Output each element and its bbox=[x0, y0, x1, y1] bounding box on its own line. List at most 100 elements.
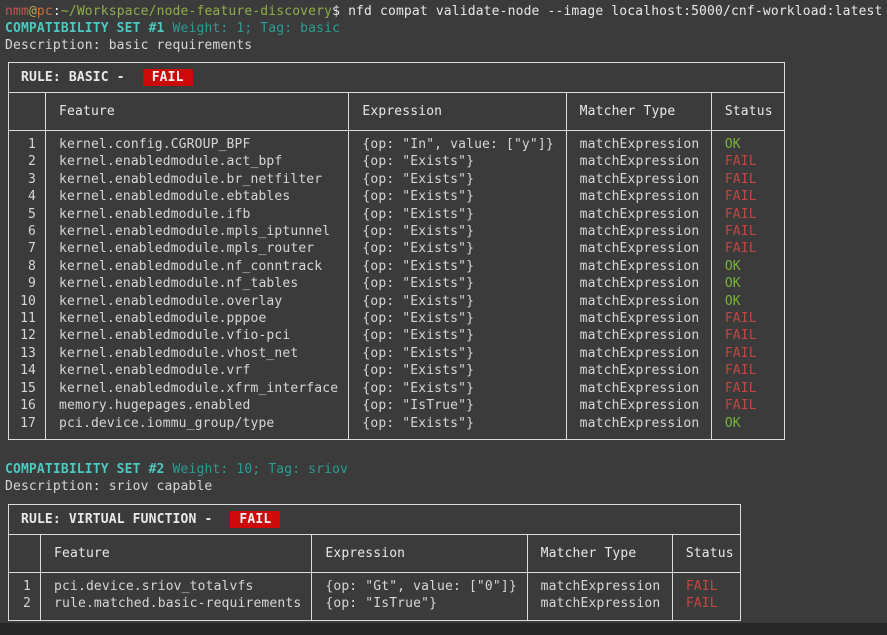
expression-cell: {op: "Exists"} bbox=[349, 223, 566, 240]
expression-cell: {op: "Exists"} bbox=[349, 362, 566, 379]
column-header-matcher-type: Matcher Type bbox=[566, 93, 711, 131]
compat-set-2-description: Description: sriov capable bbox=[5, 478, 212, 495]
column-header-expression: Expression bbox=[349, 93, 566, 131]
row-number: 1 bbox=[9, 573, 41, 596]
table-row: 15kernel.enabledmodule.xfrm_interface{op… bbox=[9, 380, 785, 397]
feature-cell: kernel.enabledmodule.nf_tables bbox=[46, 275, 349, 292]
feature-cell: kernel.enabledmodule.ifb bbox=[46, 206, 349, 223]
prompt-at-symbol: @ bbox=[29, 4, 37, 19]
feature-cell: kernel.enabledmodule.ebtables bbox=[46, 188, 349, 205]
feature-cell: kernel.enabledmodule.pppoe bbox=[46, 310, 349, 327]
prompt-colon: : bbox=[53, 4, 61, 19]
table-row: 14kernel.enabledmodule.vrf{op: "Exists"}… bbox=[9, 362, 785, 379]
feature-cell: kernel.config.CGROUP_BPF bbox=[46, 131, 349, 154]
rule-table: RULE: BASIC - FAIL Feature Expression Ma… bbox=[8, 62, 785, 440]
expression-cell: {op: "Exists"} bbox=[349, 188, 566, 205]
table-row: 7kernel.enabledmodule.mpls_router{op: "E… bbox=[9, 240, 785, 257]
table-row: 16memory.hugepages.enabled{op: "IsTrue"}… bbox=[9, 397, 785, 414]
column-header-expression: Expression bbox=[312, 535, 527, 573]
row-number: 7 bbox=[9, 240, 46, 257]
expression-cell: {op: "Exists"} bbox=[349, 171, 566, 188]
table-row: 1kernel.config.CGROUP_BPF{op: "In", valu… bbox=[9, 131, 785, 154]
table-row: 10kernel.enabledmodule.overlay{op: "Exis… bbox=[9, 293, 785, 310]
table-row: 9kernel.enabledmodule.nf_tables{op: "Exi… bbox=[9, 275, 785, 292]
table-row: 6kernel.enabledmodule.mpls_iptunnel{op: … bbox=[9, 223, 785, 240]
status-cell: OK bbox=[711, 293, 784, 310]
compat-set-2-meta: Weight: 10; Tag: sriov bbox=[173, 462, 349, 477]
column-header-status: Status bbox=[711, 93, 784, 131]
matcher-type-cell: matchExpression bbox=[566, 327, 711, 344]
expression-cell: {op: "Exists"} bbox=[349, 380, 566, 397]
matcher-type-cell: matchExpression bbox=[527, 595, 672, 620]
row-number: 10 bbox=[9, 293, 46, 310]
table-row: 2rule.matched.basic-requirements{op: "Is… bbox=[9, 595, 741, 620]
prompt-path: ~/Workspace/node-feature-discovery bbox=[61, 4, 332, 19]
expression-cell: {op: "IsTrue"} bbox=[312, 595, 527, 620]
prompt-username: nmm bbox=[5, 4, 29, 19]
table-row: 13kernel.enabledmodule.vhost_net{op: "Ex… bbox=[9, 345, 785, 362]
matcher-type-cell: matchExpression bbox=[566, 258, 711, 275]
feature-cell: memory.hugepages.enabled bbox=[46, 397, 349, 414]
matcher-type-cell: matchExpression bbox=[566, 380, 711, 397]
status-cell: FAIL bbox=[711, 240, 784, 257]
rule-title-row: RULE: VIRTUAL FUNCTION - FAIL bbox=[9, 505, 741, 535]
rule-table-basic: RULE: BASIC - FAIL Feature Expression Ma… bbox=[8, 62, 785, 440]
table-row: 17pci.device.iommu_group/type{op: "Exist… bbox=[9, 415, 785, 440]
row-number: 12 bbox=[9, 327, 46, 344]
status-cell: FAIL bbox=[672, 573, 740, 596]
terminal[interactable]: nmm@pc:~/Workspace/node-feature-discover… bbox=[0, 0, 887, 635]
expression-cell: {op: "Exists"} bbox=[349, 293, 566, 310]
row-number: 14 bbox=[9, 362, 46, 379]
matcher-type-cell: matchExpression bbox=[566, 310, 711, 327]
feature-cell: pci.device.sriov_totalvfs bbox=[41, 573, 312, 596]
table-row: 11kernel.enabledmodule.pppoe{op: "Exists… bbox=[9, 310, 785, 327]
expression-cell: {op: "Exists"} bbox=[349, 240, 566, 257]
status-cell: FAIL bbox=[711, 206, 784, 223]
matcher-type-cell: matchExpression bbox=[566, 206, 711, 223]
rule-status-badge: FAIL bbox=[230, 511, 280, 528]
shell-prompt-line: nmm@pc:~/Workspace/node-feature-discover… bbox=[5, 3, 883, 20]
feature-cell: kernel.enabledmodule.vfio-pci bbox=[46, 327, 349, 344]
row-number: 1 bbox=[9, 131, 46, 154]
rule-status-badge: FAIL bbox=[143, 69, 193, 86]
status-cell: FAIL bbox=[711, 327, 784, 344]
matcher-type-cell: matchExpression bbox=[566, 415, 711, 440]
table-header-row: Feature Expression Matcher Type Status bbox=[9, 535, 741, 573]
rule-title-row: RULE: BASIC - FAIL bbox=[9, 63, 785, 93]
prompt-dollar-sign: $ bbox=[332, 4, 340, 19]
feature-cell: kernel.enabledmodule.mpls_iptunnel bbox=[46, 223, 349, 240]
row-number: 5 bbox=[9, 206, 46, 223]
feature-cell: kernel.enabledmodule.act_bpf bbox=[46, 153, 349, 170]
feature-cell: kernel.enabledmodule.vrf bbox=[46, 362, 349, 379]
row-number: 13 bbox=[9, 345, 46, 362]
status-cell: OK bbox=[711, 258, 784, 275]
rule-title-label: RULE: BASIC - bbox=[21, 70, 133, 85]
status-cell: FAIL bbox=[711, 380, 784, 397]
table-row: 4kernel.enabledmodule.ebtables{op: "Exis… bbox=[9, 188, 785, 205]
status-cell: FAIL bbox=[711, 345, 784, 362]
row-number: 2 bbox=[9, 595, 41, 620]
compat-set-2-heading: COMPATIBILITY SET #2 Weight: 10; Tag: sri… bbox=[5, 461, 348, 478]
expression-cell: {op: "Exists"} bbox=[349, 206, 566, 223]
feature-cell: kernel.enabledmodule.mpls_router bbox=[46, 240, 349, 257]
prompt-hostname: pc bbox=[37, 4, 53, 19]
row-number: 3 bbox=[9, 171, 46, 188]
row-number: 17 bbox=[9, 415, 46, 440]
status-cell: OK bbox=[711, 415, 784, 440]
row-number: 6 bbox=[9, 223, 46, 240]
expression-cell: {op: "In", value: ["y"]} bbox=[349, 131, 566, 154]
table-row: 2kernel.enabledmodule.act_bpf{op: "Exist… bbox=[9, 153, 785, 170]
feature-cell: kernel.enabledmodule.vhost_net bbox=[46, 345, 349, 362]
compat-set-2-title: COMPATIBILITY SET #2 bbox=[5, 462, 165, 477]
column-header-index bbox=[9, 93, 46, 131]
matcher-type-cell: matchExpression bbox=[566, 397, 711, 414]
compat-set-1-title: COMPATIBILITY SET #1 bbox=[5, 21, 165, 36]
status-cell: FAIL bbox=[711, 362, 784, 379]
matcher-type-cell: matchExpression bbox=[566, 345, 711, 362]
feature-cell: kernel.enabledmodule.br_netfilter bbox=[46, 171, 349, 188]
expression-cell: {op: "Exists"} bbox=[349, 415, 566, 440]
table-row: 1pci.device.sriov_totalvfs{op: "Gt", val… bbox=[9, 573, 741, 596]
column-header-feature: Feature bbox=[46, 93, 349, 131]
rule-table: RULE: VIRTUAL FUNCTION - FAIL Feature Ex… bbox=[8, 504, 741, 621]
matcher-type-cell: matchExpression bbox=[566, 293, 711, 310]
